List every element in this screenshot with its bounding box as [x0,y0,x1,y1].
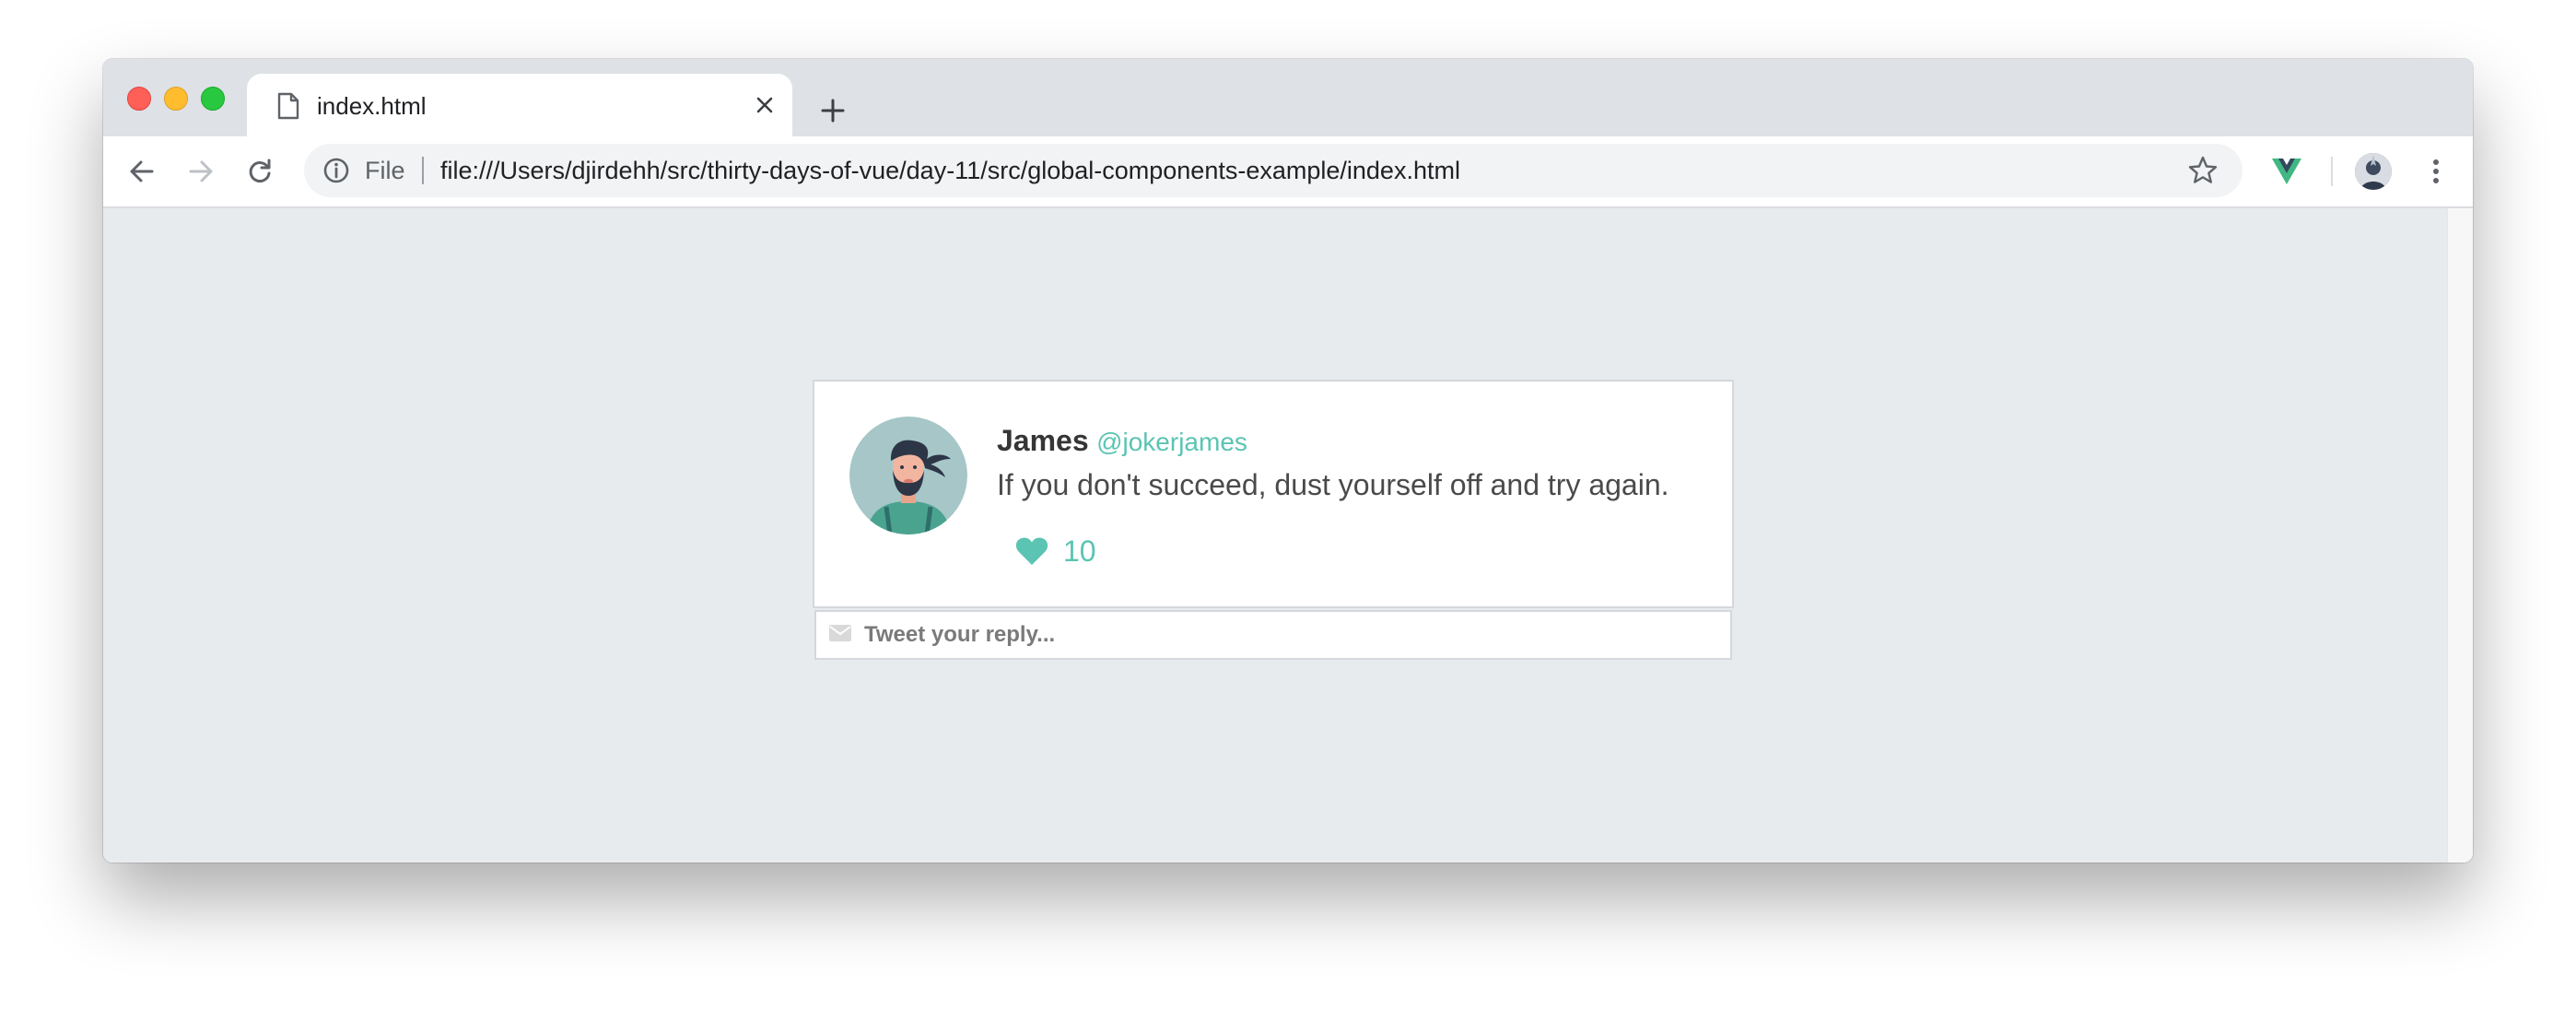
vue-devtools-icon[interactable] [2270,155,2303,188]
reload-button[interactable] [238,149,282,194]
omnibox-divider [422,157,424,184]
tweet-text: If you don't succeed, dust yourself off … [997,468,1669,501]
reply-box [814,610,1732,660]
bearded-man-avatar-icon [849,417,967,534]
tweet-header: James @jokerjames [997,424,1247,458]
tweet-author-name: James [997,424,1089,457]
close-icon [756,97,773,113]
browser-menu-button[interactable] [2418,153,2454,190]
heart-icon [1015,537,1048,565]
info-icon[interactable] [322,157,350,184]
profile-icon [2355,153,2392,190]
forward-arrow-icon [189,160,213,182]
page-scrollbar[interactable] [2447,208,2473,863]
window-close-button[interactable] [127,87,151,111]
browser-toolbar: File file:///Users/djirdehh/src/thirty-d… [103,136,2473,208]
reload-icon [249,159,271,182]
tab-title: index.html [317,92,427,120]
tab-close-button[interactable] [752,92,778,118]
like-count: 10 [1063,534,1096,568]
like-button[interactable]: 10 [1015,533,1096,570]
reply-input[interactable] [864,617,1712,652]
page-content: James @jokerjames If you don't succeed, … [103,208,2447,863]
toolbar-separator [2331,157,2333,186]
plus-icon [821,99,845,123]
avatar [849,417,967,534]
back-arrow-icon [130,160,154,182]
window-zoom-button[interactable] [201,87,225,111]
address-bar[interactable]: File file:///Users/djirdehh/src/thirty-d… [304,144,2242,197]
tweet-card: James @jokerjames If you don't succeed, … [813,380,1734,608]
url-text[interactable]: file:///Users/djirdehh/src/thirty-days-o… [440,157,1460,184]
back-button[interactable] [120,149,164,194]
scheme-label: File [365,157,405,184]
document-icon [277,92,299,120]
more-vert-icon [2433,159,2439,183]
forward-button[interactable] [179,149,223,194]
browser-window: index.html File file:///Users/djirdehh/s… [103,59,2473,863]
tweet-author-handle[interactable]: @jokerjames [1096,428,1247,456]
envelope-icon [829,625,851,641]
window-minimize-button[interactable] [164,87,188,111]
tab-index-html[interactable]: index.html [247,74,792,136]
new-tab-button[interactable] [809,87,857,135]
profile-avatar[interactable] [2355,153,2392,190]
tab-strip: index.html [103,59,2473,136]
bookmark-star-icon[interactable] [2187,155,2219,186]
